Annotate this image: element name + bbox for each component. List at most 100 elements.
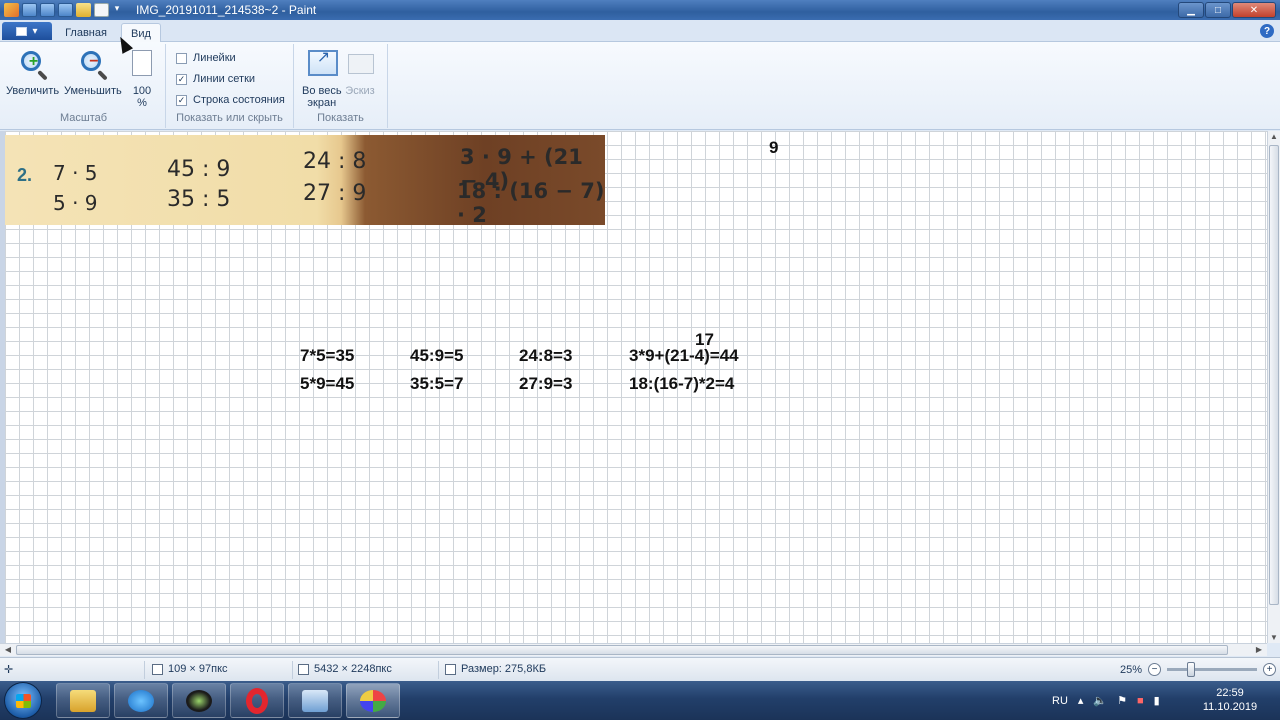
answer-text: 7*5=35 bbox=[300, 346, 355, 365]
screen-icon bbox=[302, 689, 328, 712]
scroll-right-icon[interactable]: ▶ bbox=[1253, 645, 1265, 654]
taskbar-paint[interactable] bbox=[346, 683, 400, 718]
zoom-group-label: Масштаб bbox=[59, 112, 108, 124]
new-icon[interactable] bbox=[94, 3, 109, 17]
taskbar-clock[interactable]: 22:59 11.10.2019 bbox=[1200, 686, 1260, 714]
answer-top-nine: 9 bbox=[769, 138, 779, 157]
tab-home[interactable]: Главная bbox=[60, 23, 112, 43]
rulers-check[interactable] bbox=[176, 52, 187, 64]
maximize-button[interactable]: □ bbox=[1205, 2, 1231, 18]
file-size: Размер: 275,8КБ bbox=[445, 663, 546, 675]
display-group: Во весь экран Эскиз Показать bbox=[294, 44, 388, 128]
photo-expr: 45 : 9 bbox=[167, 157, 231, 182]
answer-text: 18:(16-7)*2=4 bbox=[629, 374, 735, 393]
statusbar-checkbox[interactable]: ✓ Строка состояния bbox=[176, 94, 285, 106]
help-icon[interactable]: ? bbox=[1260, 24, 1274, 38]
selection-size: 109 × 97пкс bbox=[152, 663, 228, 675]
horizontal-scrollbar[interactable]: ◀ ▶ bbox=[0, 643, 1267, 656]
open-icon[interactable] bbox=[76, 3, 91, 17]
show-hidden-icons-icon[interactable]: ▴ bbox=[1078, 694, 1084, 707]
scroll-up-icon[interactable]: ▲ bbox=[1268, 132, 1280, 141]
start-button[interactable] bbox=[4, 682, 42, 719]
answer-text: 27:9=3 bbox=[519, 374, 573, 393]
zoom-out-small-button[interactable]: − bbox=[1148, 663, 1162, 676]
fullscreen-icon bbox=[307, 50, 338, 76]
system-tray: RU ▴ 🔈 ⚑ ■ ▮ bbox=[1052, 681, 1160, 720]
page-icon bbox=[132, 50, 152, 76]
scroll-down-icon[interactable]: ▼ bbox=[1268, 633, 1280, 642]
ribbon: + Увеличить − Уменьшить 100 % Масштаб Ли… bbox=[0, 42, 1280, 130]
volume-icon[interactable]: 🔈 bbox=[1093, 694, 1107, 707]
title-bar: ▾ IMG_20191011_214538~2 - Paint ▁ □ ✕ bbox=[0, 0, 1280, 20]
action-center-icon[interactable]: ⚑ bbox=[1117, 694, 1127, 707]
customize-qat-icon[interactable]: ▾ bbox=[112, 3, 122, 17]
fullscreen-button[interactable]: Во весь экран bbox=[302, 48, 342, 109]
answer-text: 35:5=7 bbox=[410, 374, 464, 393]
gridlines-check[interactable]: ✓ bbox=[176, 73, 187, 85]
photo-expr: 18 : (16 − 7) · 2 bbox=[457, 179, 605, 225]
pasted-textbook-photo: 2. 7 · 5 5 · 9 45 : 9 35 : 5 24 : 8 27 :… bbox=[5, 135, 605, 225]
drawing-canvas[interactable]: 2. 7 · 5 5 · 9 45 : 9 35 : 5 24 : 8 27 :… bbox=[5, 131, 1267, 643]
taskbar-internet-explorer[interactable] bbox=[114, 683, 168, 718]
vertical-scroll-thumb[interactable] bbox=[1269, 145, 1279, 605]
disk-icon bbox=[445, 663, 456, 675]
answer-text: 5*9=45 bbox=[300, 374, 355, 393]
windows-taskbar: RU ▴ 🔈 ⚑ ■ ▮ 22:59 11.10.2019 bbox=[0, 681, 1280, 720]
answer-text: 3*9+(21-4)=44 bbox=[629, 346, 739, 365]
scroll-left-icon[interactable]: ◀ bbox=[2, 645, 14, 654]
zoom-100-button[interactable]: 100 % bbox=[126, 48, 158, 109]
taskbar-opera[interactable] bbox=[230, 683, 284, 718]
rulers-checkbox[interactable]: Линейки bbox=[176, 52, 236, 64]
photo-expr: 7 · 5 bbox=[53, 161, 98, 185]
photo-expr: 5 · 9 bbox=[53, 191, 98, 215]
canvas-workspace: 2. 7 · 5 5 · 9 45 : 9 35 : 5 24 : 8 27 :… bbox=[0, 131, 1267, 643]
show-hide-group-label: Показать или скрыть bbox=[176, 112, 283, 124]
undo-icon[interactable] bbox=[40, 3, 55, 17]
exercise-number: 2. bbox=[17, 165, 33, 185]
image-size: 5432 × 2248пкс bbox=[298, 663, 392, 675]
save-icon[interactable] bbox=[22, 3, 37, 17]
paint-app-icon[interactable] bbox=[4, 3, 19, 17]
horizontal-scroll-thumb[interactable] bbox=[16, 645, 1228, 655]
taskbar-screen-app[interactable] bbox=[288, 683, 342, 718]
move-cursor-icon: ✛ bbox=[4, 664, 14, 676]
thumbnail-button[interactable]: Эскиз bbox=[344, 48, 376, 97]
zoom-slider[interactable] bbox=[1167, 662, 1258, 677]
statusbar-check[interactable]: ✓ bbox=[176, 94, 187, 106]
paint-icon bbox=[360, 689, 386, 712]
paint-menu-button[interactable]: ▾ bbox=[2, 22, 52, 40]
taskbar-media-app[interactable] bbox=[172, 683, 226, 718]
zoom-control: 25% − + bbox=[1120, 662, 1277, 677]
close-button[interactable]: ✕ bbox=[1232, 2, 1276, 18]
zoom-out-button[interactable]: − Уменьшить bbox=[64, 48, 122, 97]
taskbar-explorer[interactable] bbox=[56, 683, 110, 718]
gridlines-checkbox[interactable]: ✓ Линии сетки bbox=[176, 73, 255, 85]
window-title: IMG_20191011_214538~2 - Paint bbox=[136, 3, 317, 17]
redo-icon[interactable] bbox=[58, 3, 73, 17]
minimize-button[interactable]: ▁ bbox=[1178, 2, 1204, 18]
zoom-slider-knob[interactable] bbox=[1187, 662, 1196, 677]
image-size-icon bbox=[298, 663, 309, 675]
ribbon-tab-row: ▾ Главная Вид ? bbox=[0, 20, 1280, 43]
zoom-in-small-button[interactable]: + bbox=[1263, 663, 1277, 676]
show-hide-group: Линейки ✓ Линии сетки ✓ Строка состояния… bbox=[166, 44, 294, 128]
photo-expr: 35 : 5 bbox=[167, 187, 231, 212]
zoom-in-button[interactable]: + Увеличить bbox=[6, 48, 59, 97]
network-icon[interactable]: ▮ bbox=[1154, 694, 1160, 707]
answer-text: 45:9=5 bbox=[410, 346, 464, 365]
menu-icon bbox=[16, 26, 28, 36]
answer-text: 24:8=3 bbox=[519, 346, 573, 365]
status-bar: ✛ 109 × 97пкс 5432 × 2248пкс Размер: 275… bbox=[0, 657, 1280, 681]
cursor-position: ✛ bbox=[4, 663, 13, 676]
photo-expr: 27 : 9 bbox=[303, 181, 367, 206]
display-group-label: Показать bbox=[317, 112, 364, 124]
vertical-scrollbar[interactable]: ▲ ▼ bbox=[1267, 131, 1280, 643]
language-indicator[interactable]: RU bbox=[1052, 695, 1068, 707]
thumbnail-icon bbox=[348, 54, 374, 74]
zoom-group: + Увеличить − Уменьшить 100 % Масштаб bbox=[2, 44, 166, 128]
selection-icon bbox=[152, 663, 163, 675]
internet-explorer-icon bbox=[128, 689, 154, 712]
media-icon bbox=[186, 689, 212, 712]
recording-icon[interactable]: ■ bbox=[1137, 695, 1144, 707]
zoom-level: 25% bbox=[1120, 663, 1143, 676]
